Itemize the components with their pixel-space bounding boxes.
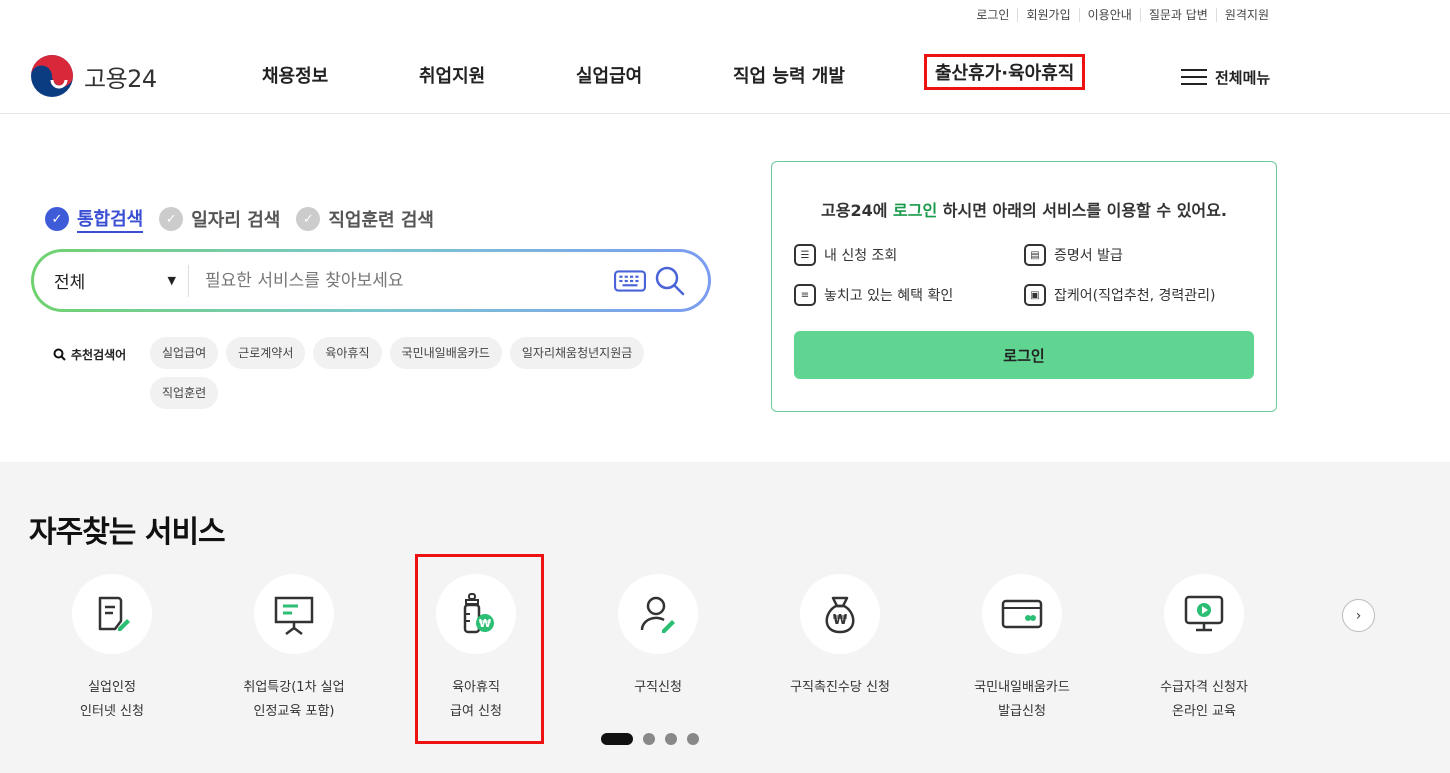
monitor-play-icon — [1184, 595, 1224, 632]
keyword-chip[interactable]: 일자리채움청년지원금 — [509, 337, 645, 369]
frequent-services-section: 자주찾는 서비스 실업인정 인터넷 신청 취업특강(1차 실업 인정교육 포함) — [0, 462, 1450, 773]
search-bar: 전체 ▼ — [31, 249, 711, 312]
header: 고용24 채용정보 취업지원 실업급여 직업 능력 개발 출산휴가·육아휴직 전… — [0, 40, 1450, 114]
pagination-dot[interactable] — [601, 733, 633, 745]
keyword-chips: 실업급여 근로계약서 육아휴직 국민내일배움카드 일자리채움청년지원금 직업훈련 — [150, 337, 690, 409]
checklist-icon: ☰ — [794, 244, 816, 266]
keyword-chip[interactable]: 근로계약서 — [226, 337, 306, 369]
search-scope-select[interactable]: 전체 ▼ — [34, 264, 189, 297]
tab-training-search[interactable]: ✓ 직업훈련 검색 — [296, 205, 434, 233]
search-tabs: ✓ 통합검색 ✓ 일자리 검색 ✓ 직업훈련 검색 — [45, 205, 434, 233]
keyword-chip[interactable]: 직업훈련 — [150, 377, 219, 409]
certificate-icon: ▤ — [1024, 244, 1046, 266]
service-certificate[interactable]: ▤ 증명서 발급 — [1024, 244, 1123, 266]
search-small-icon — [53, 348, 66, 361]
service-employment-lecture[interactable]: 취업특강(1차 실업 인정교육 포함) — [204, 574, 384, 724]
service-jobcare[interactable]: ▣ 잡케어(직업추천, 경력관리) — [1024, 284, 1216, 306]
service-label: 잡케어(직업추천, 경력관리) — [1054, 288, 1216, 304]
util-signup-link[interactable]: 회원가입 — [1017, 8, 1078, 22]
highlight-box — [415, 554, 544, 744]
nav-employment-support[interactable]: 취업지원 — [419, 62, 485, 88]
nav-job-info[interactable]: 채용정보 — [262, 62, 328, 88]
service-label: 취업특강(1차 실업 인정교육 포함) — [243, 680, 345, 719]
service-job-seeking-registration[interactable]: 구직신청 — [568, 574, 748, 700]
check-icon: ✓ — [45, 207, 69, 231]
nav-unemployment-benefit[interactable]: 실업급여 — [576, 62, 642, 88]
tab-label: 통합검색 — [77, 205, 144, 233]
title-pre: 고용24에 — [821, 201, 894, 220]
service-label: 구직신청 — [634, 680, 682, 695]
service-label: 수급자격 신청자 온라인 교육 — [1160, 680, 1248, 719]
logo-text: 고용24 — [84, 64, 157, 93]
login-panel: 고용24에 로그인 하시면 아래의 서비스를 이용할 수 있어요. ☰ 내 신청… — [771, 161, 1277, 412]
money-bag-icon: ₩ — [825, 596, 855, 634]
search-icon[interactable] — [654, 265, 686, 297]
keyword-chip[interactable]: 국민내일배움카드 — [389, 337, 502, 369]
service-circle — [982, 574, 1062, 654]
service-circle — [1164, 574, 1244, 654]
service-online-education[interactable]: 수급자격 신청자 온라인 교육 — [1114, 574, 1294, 724]
service-circle: ₩ — [800, 574, 880, 654]
taegeuk-logo-icon — [31, 55, 73, 97]
title-login-link[interactable]: 로그인 — [893, 201, 937, 220]
service-missed-benefits[interactable]: ≡ 놓치고 있는 혜택 확인 — [794, 284, 953, 306]
tab-label: 직업훈련 검색 — [328, 210, 434, 231]
search-scope-value: 전체 — [54, 273, 86, 293]
util-login-link[interactable]: 로그인 — [968, 8, 1017, 22]
check-icon: ✓ — [296, 207, 321, 231]
tab-label: 일자리 검색 — [191, 210, 281, 231]
service-circle — [72, 574, 152, 654]
chevron-right-icon: › — [1355, 607, 1362, 624]
tab-job-search[interactable]: ✓ 일자리 검색 — [159, 205, 280, 233]
carousel-next-button[interactable]: › — [1342, 599, 1375, 632]
document-pen-icon — [98, 596, 130, 631]
nav-maternity-parental-leave[interactable]: 출산휴가·육아휴직 — [923, 54, 1086, 90]
caret-down-icon: ▼ — [167, 274, 176, 287]
svg-text:₩: ₩ — [833, 613, 848, 628]
title-post: 하시면 아래의 서비스를 이용할 수 있어요. — [937, 201, 1227, 220]
utility-links: 로그인 회원가입 이용안내 질문과 답변 원격지원 — [968, 8, 1277, 22]
service-learning-card[interactable]: 국민내일배움카드 발급신청 — [932, 574, 1112, 724]
nav-vocational-development[interactable]: 직업 능력 개발 — [733, 62, 845, 88]
service-label: 놓치고 있는 혜택 확인 — [824, 288, 954, 304]
recommended-label-text: 추천검색어 — [71, 348, 127, 362]
all-menu-button[interactable]: 전체메뉴 — [1181, 64, 1270, 90]
clipboard-icon: ▣ — [1024, 284, 1046, 306]
service-label: 내 신청 조회 — [824, 248, 898, 264]
logo[interactable]: 고용24 — [30, 54, 157, 98]
pagination-dot[interactable] — [643, 733, 655, 745]
login-panel-title: 고용24에 로그인 하시면 아래의 서비스를 이용할 수 있어요. — [772, 197, 1276, 221]
service-circle — [618, 574, 698, 654]
carousel-pagination — [601, 733, 699, 745]
util-remote-support-link[interactable]: 원격지원 — [1215, 8, 1277, 22]
search-bar-inner: 전체 ▼ — [34, 252, 708, 309]
card-icon — [1001, 599, 1043, 629]
all-menu-label: 전체메뉴 — [1215, 68, 1271, 87]
service-label: 증명서 발급 — [1054, 248, 1123, 264]
service-circle — [254, 574, 334, 654]
service-unemployment-recognition[interactable]: 실업인정 인터넷 신청 — [22, 574, 202, 724]
service-my-applications[interactable]: ☰ 내 신청 조회 — [794, 244, 897, 266]
tab-integrated-search[interactable]: ✓ 통합검색 — [45, 205, 144, 233]
virtual-keyboard-icon[interactable] — [614, 269, 646, 292]
presentation-board-icon — [274, 596, 314, 635]
search-input[interactable] — [189, 270, 614, 291]
service-label: 실업인정 인터넷 신청 — [80, 680, 144, 719]
pagination-dot[interactable] — [687, 733, 699, 745]
person-pen-icon — [640, 596, 675, 633]
recommended-label: 추천검색어 — [53, 346, 126, 363]
pagination-dot[interactable] — [665, 733, 677, 745]
keyword-chip[interactable]: 육아휴직 — [313, 337, 382, 369]
util-qna-link[interactable]: 질문과 답변 — [1139, 8, 1216, 22]
service-label: 구직촉진수당 신청 — [790, 680, 890, 695]
keyword-chip[interactable]: 실업급여 — [150, 337, 219, 369]
service-label: 국민내일배움카드 발급신청 — [974, 680, 1070, 719]
util-guide-link[interactable]: 이용안내 — [1078, 8, 1140, 22]
login-button[interactable]: 로그인 — [794, 331, 1254, 379]
check-icon: ✓ — [159, 207, 184, 231]
document-coin-icon: ≡ — [794, 284, 816, 306]
hamburger-icon — [1181, 64, 1207, 90]
section-title: 자주찾는 서비스 — [29, 515, 226, 550]
service-job-promotion-allowance[interactable]: ₩ 구직촉진수당 신청 — [750, 574, 930, 700]
